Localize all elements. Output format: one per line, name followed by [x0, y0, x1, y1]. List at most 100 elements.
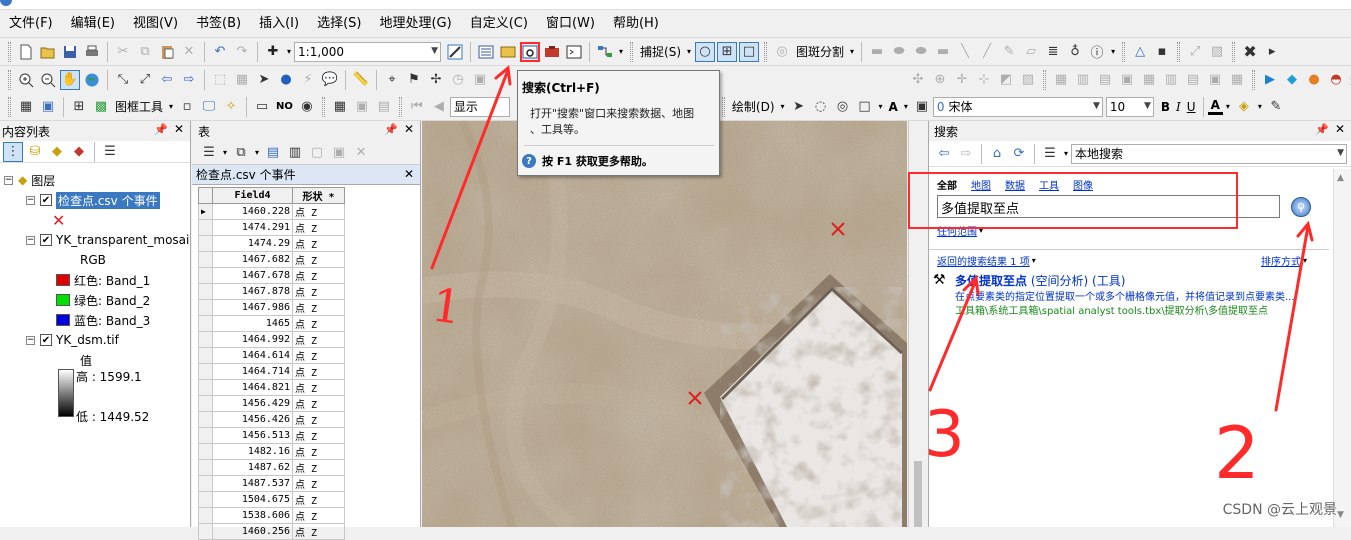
redo-icon[interactable]: ↷: [232, 42, 252, 62]
row-selector[interactable]: [198, 475, 213, 492]
save-icon[interactable]: [60, 42, 80, 62]
table-row[interactable]: 1467.986 点 Z: [198, 299, 345, 316]
table-row[interactable]: 1504.675 点 Z: [198, 491, 345, 508]
cross-tool-icon[interactable]: ✖: [1240, 42, 1260, 62]
copy-icon[interactable]: ⧉: [135, 42, 155, 62]
pin-icon[interactable]: 📌: [154, 123, 168, 136]
python-window-icon[interactable]: [564, 42, 584, 62]
forward-arrow-icon[interactable]: ⇨: [956, 144, 976, 164]
cell-shape[interactable]: 点 Z: [292, 347, 345, 364]
list-by-source-icon[interactable]: ⛁: [25, 142, 45, 162]
ring-icon[interactable]: ♁: [1065, 42, 1085, 62]
clip-icon[interactable]: ▬: [933, 42, 953, 62]
tool-h-icon[interactable]: ▥: [1073, 70, 1093, 90]
cell-shape[interactable]: 点 Z: [292, 363, 345, 380]
layer-visibility-checkbox[interactable]: ✔: [40, 334, 52, 346]
cell-shape[interactable]: 点 Z: [292, 507, 345, 524]
font-color-button[interactable]: A: [1207, 98, 1223, 115]
color-icon[interactable]: ●: [1304, 70, 1324, 90]
cell-shape[interactable]: 点 Z: [292, 219, 345, 236]
filter-all[interactable]: 全部: [937, 177, 957, 192]
clear-selection-icon[interactable]: ▦: [232, 70, 252, 90]
toolbar-grip[interactable]: [8, 41, 11, 62]
calculator-icon[interactable]: ≣: [1043, 42, 1063, 62]
cut-icon[interactable]: ✂: [113, 42, 133, 62]
goto-xy-icon[interactable]: ✢: [426, 70, 446, 90]
fixed-zoom-out-icon[interactable]: ⤢: [135, 70, 155, 90]
toolbar-grip[interactable]: [1043, 69, 1046, 90]
row-selector[interactable]: [198, 459, 213, 476]
undo-icon[interactable]: ↶: [210, 42, 230, 62]
map-scale-combo[interactable]: 1:1,000 ▼: [294, 41, 442, 62]
back-arrow-icon[interactable]: ⇦: [934, 144, 954, 164]
edit-vertex-icon[interactable]: ▣: [912, 97, 932, 117]
shape-dropdown-arrow[interactable]: ▾: [876, 102, 886, 111]
cell-shape[interactable]: 点 Z: [292, 315, 345, 332]
time-slider-icon[interactable]: ◷: [448, 70, 468, 90]
related-tables-dropdown-arrow[interactable]: ▾: [252, 148, 262, 157]
create-viewer-icon[interactable]: ▣: [470, 70, 490, 90]
print-icon[interactable]: [82, 42, 102, 62]
italic-button[interactable]: I: [1173, 100, 1184, 114]
pin-icon[interactable]: 📌: [1315, 123, 1329, 136]
search-scope-combo[interactable]: 本地搜索 ▼: [1071, 143, 1348, 164]
select-element-icon[interactable]: ➤: [789, 97, 809, 117]
fill-dropdown-arrow[interactable]: ▾: [1255, 102, 1265, 111]
toolbar-grip[interactable]: [1122, 41, 1126, 62]
toolbar-grip[interactable]: [764, 41, 768, 62]
font-combo[interactable]: 0 宋体 ▼: [932, 96, 1103, 117]
zoom-to-selected-icon[interactable]: ▣: [329, 143, 349, 163]
triangle-icon[interactable]: △: [1130, 42, 1150, 62]
model-dropdown-arrow[interactable]: ▾: [616, 47, 626, 56]
cell-field4[interactable]: 1460.256: [212, 523, 293, 540]
tool-a-icon[interactable]: ✣: [908, 70, 928, 90]
no-label[interactable]: NO: [273, 101, 296, 112]
row-selector[interactable]: [198, 235, 213, 252]
new-document-icon[interactable]: [16, 42, 36, 62]
search-result-item[interactable]: ⚒ 多值提取至点 (空间分析) (工具) 在点要素类的指定位置提取一个或多个栅格…: [933, 272, 1328, 320]
map-view[interactable]: [422, 121, 907, 527]
menu-file[interactable]: 文件(F): [0, 10, 62, 38]
row-selector[interactable]: [198, 315, 213, 332]
column-header-shape[interactable]: 形状 *: [292, 187, 345, 204]
hyperlink-icon[interactable]: ⚡: [298, 70, 318, 90]
snapping-menu[interactable]: 捕捉(S): [637, 43, 684, 60]
select-features-icon[interactable]: ⬚: [210, 70, 230, 90]
cell-field4[interactable]: 1504.675: [212, 491, 293, 508]
find-route-icon[interactable]: ⚑: [404, 70, 424, 90]
layer-visibility-checkbox[interactable]: ✔: [40, 234, 52, 246]
model-builder-icon[interactable]: [595, 42, 615, 62]
resize-icon[interactable]: ⤢: [1185, 42, 1205, 62]
delete-icon[interactable]: ✕: [179, 42, 199, 62]
toolbar-grip[interactable]: [8, 69, 11, 90]
tool-g-icon[interactable]: ▦: [1051, 70, 1071, 90]
cell-field4[interactable]: 1464.992: [212, 331, 293, 348]
frame-tools-dropdown-arrow[interactable]: ▾: [166, 102, 176, 111]
cell-field4[interactable]: 1456.426: [212, 411, 293, 428]
merge-icon[interactable]: ⬬: [911, 42, 931, 62]
table-row[interactable]: 1474.29 点 Z: [198, 235, 345, 252]
tool-k-icon[interactable]: ▦: [1139, 70, 1159, 90]
scroll-up-icon[interactable]: ▲: [1337, 173, 1344, 183]
row-selector[interactable]: [198, 331, 213, 348]
close-icon[interactable]: ✕: [404, 122, 414, 136]
info-icon[interactable]: ⓘ: [1087, 42, 1107, 62]
open-folder-icon[interactable]: [38, 42, 58, 62]
split-dropdown-arrow[interactable]: ▾: [847, 47, 857, 56]
trace-icon[interactable]: ╱: [977, 42, 997, 62]
fixed-zoom-in-icon[interactable]: ⤡: [113, 70, 133, 90]
collapse-icon[interactable]: −: [26, 335, 35, 345]
cell-shape[interactable]: 点 Z: [292, 299, 345, 316]
extent-selector[interactable]: 任何范围 ▾: [937, 223, 983, 238]
column-header-field4[interactable]: Field4: [212, 187, 293, 204]
underline-button[interactable]: U: [1184, 100, 1199, 114]
split-icon[interactable]: ◎: [772, 42, 792, 62]
rotate-icon[interactable]: ◌: [811, 97, 831, 117]
collapse-icon[interactable]: −: [4, 175, 13, 185]
data-frame-icon[interactable]: ▦: [16, 97, 36, 117]
measure-icon[interactable]: 📏: [351, 70, 371, 90]
drawing-menu[interactable]: 绘制(D): [729, 98, 778, 115]
tool-b-icon[interactable]: ⊕: [930, 70, 950, 90]
cell-field4[interactable]: 1460.228: [212, 203, 293, 220]
row-selector[interactable]: [198, 523, 213, 540]
